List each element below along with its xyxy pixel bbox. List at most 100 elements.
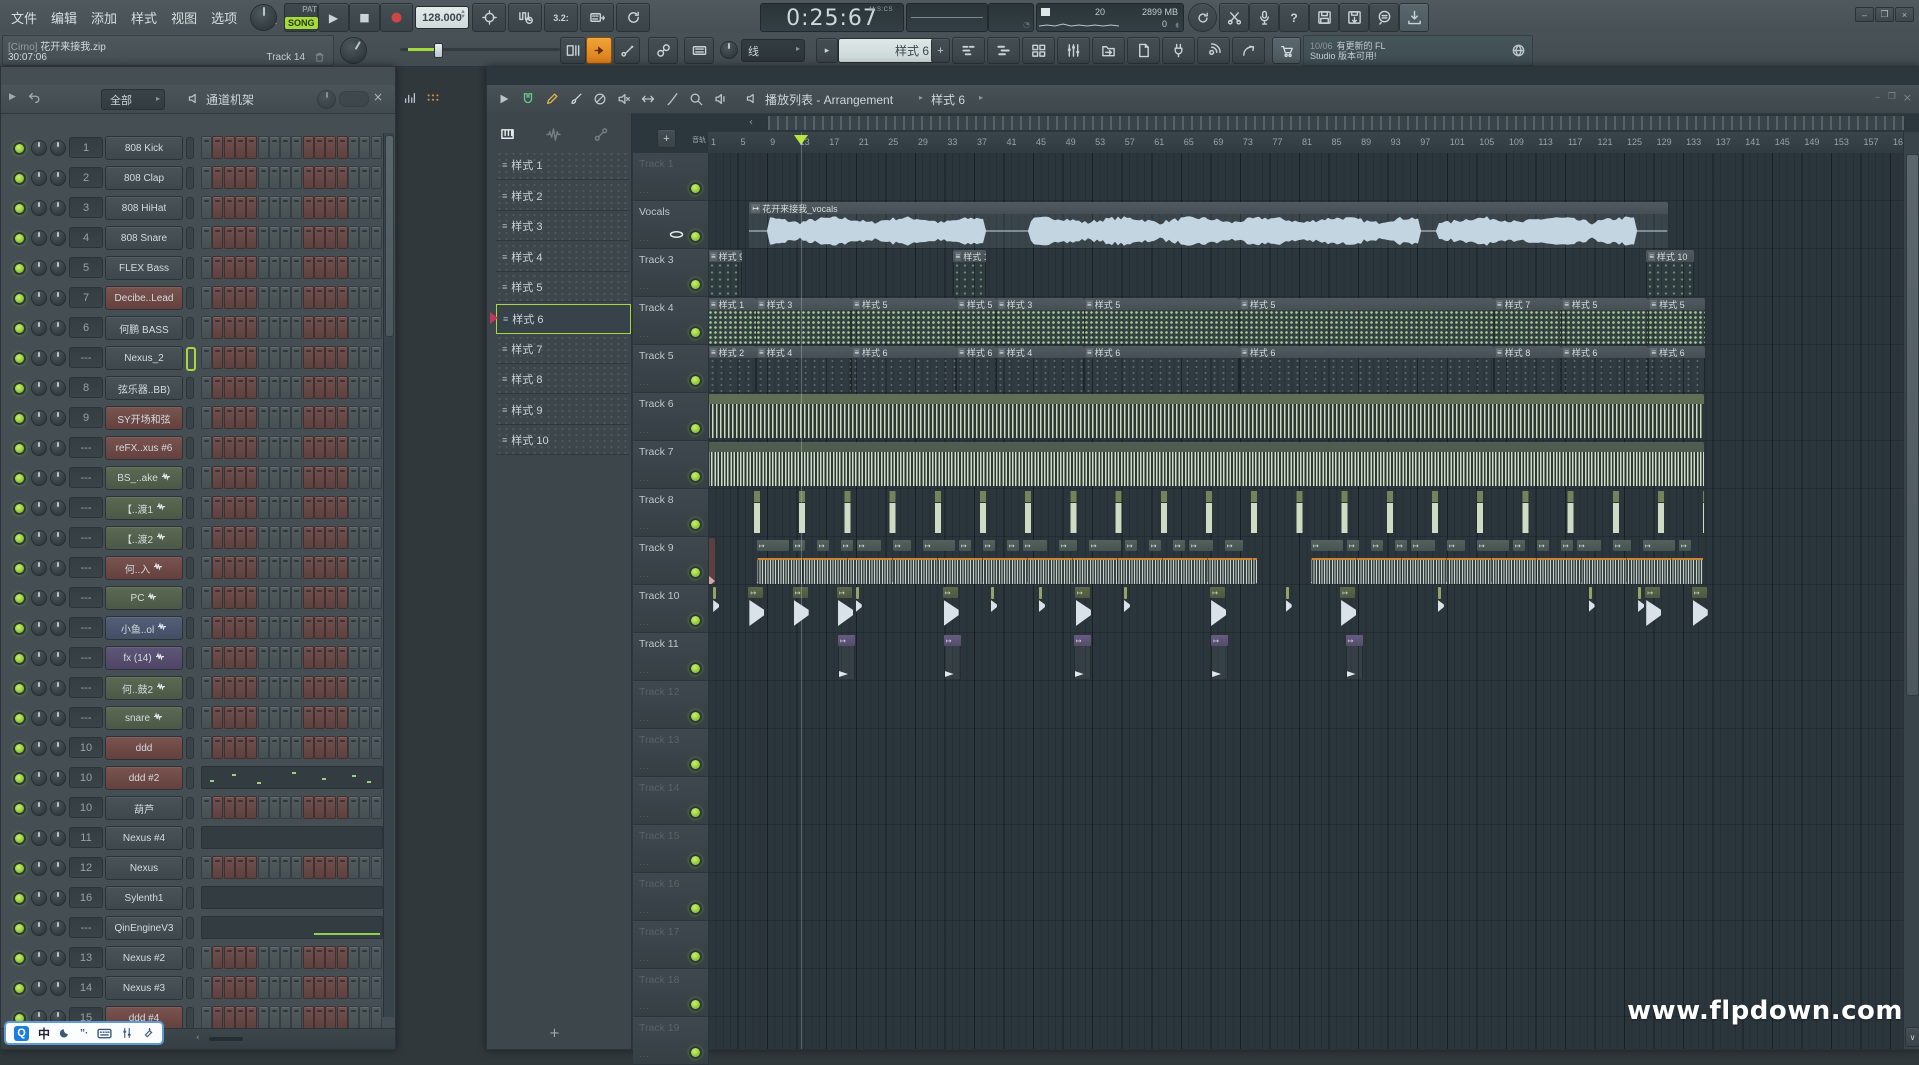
step-cell[interactable] (303, 976, 314, 999)
step-cell[interactable] (224, 646, 235, 669)
step-cell[interactable] (291, 646, 302, 669)
channel-volume-knob[interactable] (50, 500, 66, 516)
remote-button[interactable] (1232, 37, 1265, 64)
track-header-Track 4[interactable]: Track 4··· (633, 297, 709, 345)
step-cell[interactable] (371, 346, 382, 369)
channel-volume-knob[interactable] (50, 710, 66, 726)
step-cell[interactable] (337, 796, 348, 819)
track-mute-led[interactable] (689, 758, 702, 771)
step-cell[interactable] (337, 556, 348, 579)
swing-mini-knob[interactable] (720, 41, 738, 59)
channel-led[interactable] (13, 322, 26, 335)
chopped-vocal-blob[interactable] (749, 600, 764, 626)
step-cell[interactable] (371, 616, 382, 639)
step-cell[interactable] (201, 166, 212, 189)
step-cell[interactable] (224, 286, 235, 309)
pattern-clip[interactable]: ≡样式 4 (756, 346, 851, 392)
channel-select-strip[interactable] (186, 497, 194, 519)
step-cell[interactable] (337, 286, 348, 309)
step-cell[interactable] (280, 496, 291, 519)
step-cell[interactable] (337, 706, 348, 729)
step-cell[interactable] (348, 226, 359, 249)
channel-number[interactable]: --- (69, 467, 103, 488)
channel-select-strip[interactable] (186, 257, 194, 279)
step-cell[interactable] (371, 466, 382, 489)
track-header-Track 11[interactable]: Track 11··· (633, 633, 709, 681)
channel-rack-titlebar[interactable]: ▶ 全部 ▸ 通道机架 × × (1, 85, 395, 114)
step-area-empty[interactable] (201, 886, 383, 909)
channel-button-reFX..xus #6[interactable]: reFX..xus #6 (105, 436, 183, 460)
rack-vscrollbar[interactable] (383, 133, 394, 1017)
channel-number[interactable]: 10 (69, 797, 103, 818)
channel-select-strip[interactable] (186, 947, 194, 969)
step-cell[interactable] (269, 676, 280, 699)
step-cell[interactable] (246, 946, 257, 969)
step-cell[interactable] (246, 466, 257, 489)
step-cell[interactable] (280, 556, 291, 579)
step-cell[interactable] (314, 226, 325, 249)
step-cell[interactable] (291, 166, 302, 189)
step-cell[interactable] (303, 346, 314, 369)
step-cell[interactable] (280, 976, 291, 999)
channel-button-Nexus #4[interactable]: Nexus #4 (105, 826, 183, 850)
channel-led[interactable] (13, 262, 26, 275)
chop-clip-header[interactable]: ↦ (1447, 540, 1465, 551)
step-cell[interactable] (325, 496, 336, 519)
step-cell[interactable] (269, 496, 280, 519)
channel-pan-knob[interactable] (31, 200, 47, 216)
mixer-button[interactable] (1057, 37, 1090, 64)
step-cell[interactable] (314, 676, 325, 699)
pattern-clip[interactable]: ≡样式 5 (956, 298, 996, 344)
step-cell[interactable] (280, 136, 291, 159)
step-cell[interactable] (291, 196, 302, 219)
step-cell[interactable] (258, 496, 269, 519)
pattern-item-样式 1[interactable]: ≡样式 1 (496, 151, 629, 180)
chop-clip-header[interactable]: ↦ (1125, 540, 1137, 551)
zoom-icon[interactable] (689, 92, 703, 106)
audio-clip-hits[interactable] (754, 490, 1704, 536)
track-options-dots[interactable]: ··· (639, 956, 650, 965)
step-cell[interactable] (337, 436, 348, 459)
step-cell[interactable] (280, 586, 291, 609)
step-cell[interactable] (235, 946, 246, 969)
step-cell[interactable] (235, 586, 246, 609)
clip-start-tick[interactable] (1638, 587, 1641, 599)
typing-piano-button[interactable] (684, 37, 714, 64)
chop-clip-header[interactable]: ↦ (983, 540, 995, 551)
step-cell[interactable] (269, 466, 280, 489)
track-options-dots[interactable]: ··· (639, 620, 650, 629)
step-cell[interactable] (212, 706, 223, 729)
track-options-dots[interactable]: ··· (639, 188, 650, 197)
step-cell[interactable] (371, 736, 382, 759)
track-header-Track 13[interactable]: Track 13··· (633, 729, 709, 777)
track-header-Track 3[interactable]: Track 3··· (633, 249, 709, 297)
snap-dropdown[interactable]: 线 ▸ (741, 39, 805, 62)
step-cell[interactable] (371, 436, 382, 459)
step-cell[interactable] (348, 1006, 359, 1029)
clip-start-tick[interactable] (1286, 587, 1289, 599)
step-cell[interactable] (291, 976, 302, 999)
step-cell[interactable] (235, 856, 246, 879)
channel-button-【..渡1[interactable]: 【..渡1 (105, 496, 183, 520)
step-cell[interactable] (235, 616, 246, 639)
step-cell[interactable] (280, 526, 291, 549)
step-cell[interactable] (235, 136, 246, 159)
chopped-vocal-header[interactable]: ↦ (943, 587, 958, 598)
channel-pan-knob[interactable] (31, 410, 47, 426)
step-cell[interactable] (246, 616, 257, 639)
step-cell[interactable] (212, 136, 223, 159)
channel-volume-knob[interactable] (50, 200, 66, 216)
step-cell[interactable] (325, 676, 336, 699)
clip-start-tick[interactable] (1039, 587, 1042, 599)
channel-button-弦乐器..BB)[interactable]: 弦乐器..BB) (105, 376, 183, 400)
channel-button-SY开场和弦[interactable]: SY开场和弦 (105, 406, 183, 430)
chop-clip-header[interactable]: ↦ (793, 540, 805, 551)
step-cell[interactable] (371, 586, 382, 609)
step-cell[interactable] (291, 526, 302, 549)
step-cell[interactable] (201, 736, 212, 759)
step-cell[interactable] (314, 976, 325, 999)
step-cell[interactable] (246, 316, 257, 339)
channel-number[interactable]: --- (69, 917, 103, 938)
step-cell[interactable] (280, 706, 291, 729)
track-header-Track 8[interactable]: Track 8··· (633, 489, 709, 537)
